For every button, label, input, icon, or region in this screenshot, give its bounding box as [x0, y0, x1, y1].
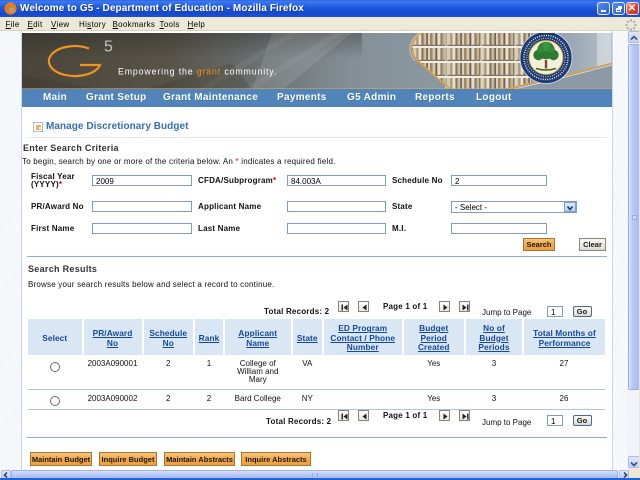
svg-text:Empowering the grant community: Empowering the grant community. — [118, 66, 277, 76]
svg-text:5: 5 — [104, 38, 113, 55]
